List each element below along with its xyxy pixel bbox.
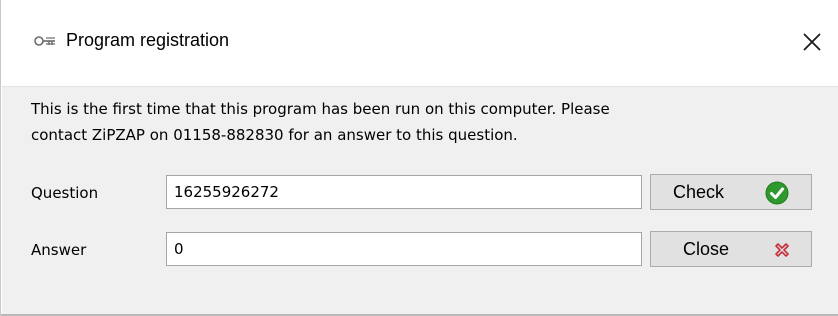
info-message-line-1: This is the first time that this program…	[31, 100, 610, 118]
answer-field[interactable]	[166, 232, 642, 266]
desktop: Program registration This is the first t…	[0, 0, 838, 316]
title-bar[interactable]: Program registration	[2, 0, 838, 86]
close-button[interactable]: Close	[650, 231, 812, 267]
close-icon[interactable]	[798, 28, 826, 56]
question-field[interactable]	[166, 175, 642, 209]
close-x-icon	[775, 243, 789, 257]
answer-label: Answer	[31, 241, 87, 259]
check-button-label: Check	[673, 182, 725, 202]
info-message: This is the first time that this program…	[31, 96, 821, 148]
window-title: Program registration	[66, 30, 230, 50]
close-button-label: Close	[683, 239, 730, 259]
question-label: Question	[31, 184, 99, 202]
info-message-line-2: contact ZiPZAP on 01158-882830 for an an…	[31, 126, 518, 144]
check-button[interactable]: Check	[650, 174, 812, 210]
dialog-body: This is the first time that this program…	[2, 86, 838, 316]
key-icon	[34, 36, 55, 46]
checkmark-icon	[765, 181, 789, 205]
